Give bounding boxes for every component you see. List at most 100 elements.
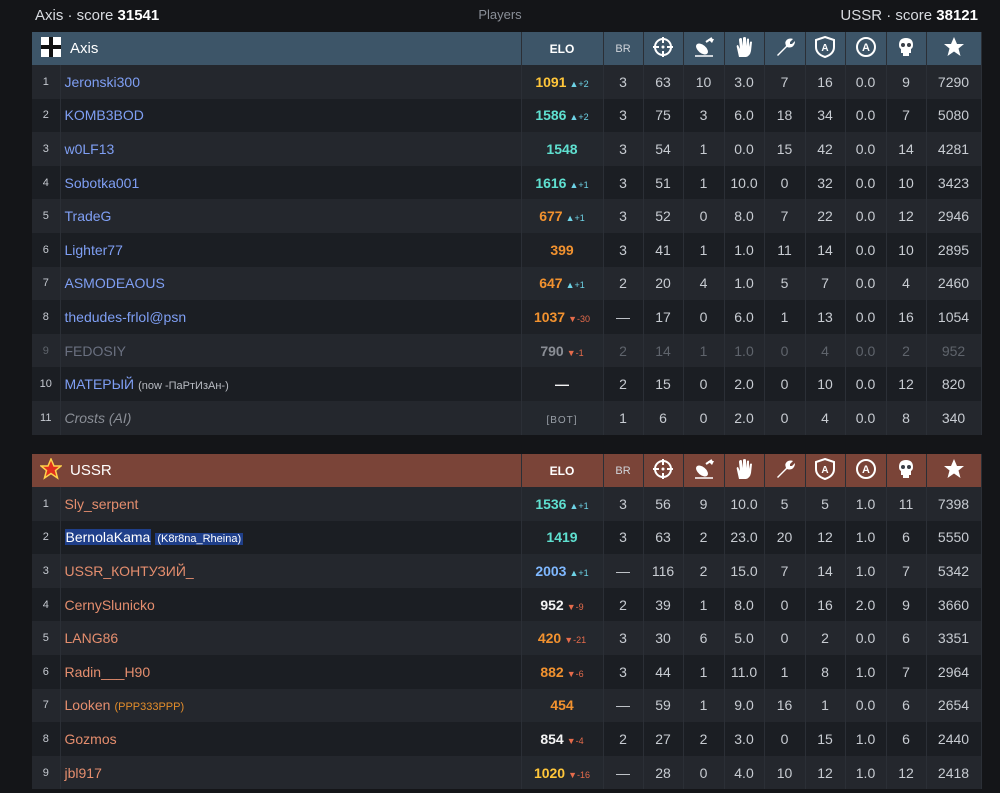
player-row[interactable]: 2 BernolaKama (K8r8na_Rheina) 1419 3 63 2 23.0 2…: [32, 520, 982, 555]
player-name[interactable]: ASMODEAOUS: [65, 275, 165, 291]
wrench-column-header[interactable]: [764, 32, 806, 65]
wrench-column-header[interactable]: [764, 454, 806, 487]
player-name[interactable]: thedudes-frlol@psn: [65, 309, 187, 325]
player-name-cell[interactable]: Jeronski300: [60, 65, 522, 99]
player-name-cell[interactable]: TradeG: [60, 199, 522, 233]
player-name[interactable]: Looken: [65, 697, 111, 713]
player-row[interactable]: 11 Crosts (AI) [BOT] 1 6 0 2.0 0 4 0.0 8 340: [32, 400, 982, 435]
elo-column-header[interactable]: ELO: [521, 454, 604, 487]
player-name-cell[interactable]: FEDOSIY: [60, 333, 522, 368]
deaths-cell: 6: [886, 688, 927, 723]
hand-column-header[interactable]: [724, 454, 765, 487]
player-row[interactable]: 1 Sly_serpent 1536 ▲+1 3 56 9 10.0 5 5 1.0 11 7398: [32, 487, 982, 521]
elo-column-header[interactable]: ELO: [521, 32, 604, 65]
br-column-header[interactable]: BR: [603, 454, 644, 487]
player-name[interactable]: Jeronski300: [65, 74, 141, 90]
player-name[interactable]: Crosts (AI): [65, 410, 132, 426]
player-name-cell[interactable]: thedudes-frlol@psn: [60, 300, 522, 334]
skull-column-header[interactable]: [886, 454, 927, 487]
player-name-cell[interactable]: Sobotka001: [60, 165, 522, 200]
player-name-cell[interactable]: МАТЕРЫЙ (now -ПаРтИзАн-): [60, 367, 522, 401]
elo-cell: 1419: [521, 520, 604, 555]
deaths-cell: 4: [886, 266, 927, 301]
player-row[interactable]: 5 LANG86 420 ▼-21 3 30 6 5.0 0 2 0.0 6 3351: [32, 621, 982, 655]
assists-cell: 8.0: [724, 587, 765, 622]
hand-column-header[interactable]: [724, 32, 765, 65]
player-name[interactable]: USSR_КОНТУЗИЙ_: [65, 563, 194, 579]
player-name-cell[interactable]: CernySlunicko: [60, 587, 522, 622]
player-row[interactable]: 8 thedudes-frlol@psn 1037 ▼-30—17 0 6.0 1 13 0.0…: [32, 300, 982, 334]
player-row[interactable]: 8 Gozmos 854 ▼-4 2 27 2 3.0 0 15 1.0 6 2440: [32, 722, 982, 756]
player-row[interactable]: 2 KOMB3BOD 1586 ▲+2 3 75 3 6.0 18 34 0.0 7 5080: [32, 98, 982, 133]
score-cell: 1054: [926, 300, 982, 334]
player-name[interactable]: Sobotka001: [65, 175, 140, 191]
bomb-column-header[interactable]: [683, 454, 725, 487]
player-row[interactable]: 6 Lighter77 399 3 41 1 1.0 11 14 0.0 10 2895: [32, 232, 982, 267]
player-name-cell[interactable]: Lighter77: [60, 232, 522, 267]
player-row[interactable]: 3 USSR_КОНТУЗИЙ_ 2003 ▲+1—116 2 15.0 7 14 1.0 7 53…: [32, 554, 982, 588]
player-name-cell[interactable]: ASMODEAOUS: [60, 266, 522, 301]
crosshair-column-header[interactable]: [643, 454, 684, 487]
player-row[interactable]: 9 jbl917 1020 ▼-16—28 0 4.0 10 12 1.0 12 2418: [32, 755, 982, 790]
captures-cell: 14: [805, 554, 846, 588]
player-name[interactable]: w0LF13: [65, 141, 115, 157]
player-name[interactable]: KOMB3BOD: [65, 107, 144, 123]
captures-cell: 10: [805, 367, 846, 401]
player-row[interactable]: 5 TradeG 677 ▲+1 3 52 0 8.0 7 22 0.0 12 2946: [32, 199, 982, 233]
player-name[interactable]: BernolaKama: [64, 529, 152, 546]
circle-a-column-header[interactable]: A: [845, 454, 887, 487]
star-column-header[interactable]: [926, 32, 982, 65]
shield-a-icon: A: [814, 457, 836, 483]
bomb-column-header[interactable]: [683, 32, 725, 65]
player-name-cell[interactable]: Sly_serpent: [60, 487, 522, 521]
skull-column-header[interactable]: [886, 32, 927, 65]
player-name[interactable]: Sly_serpent: [65, 496, 139, 512]
player-name-cell[interactable]: w0LF13: [60, 132, 522, 166]
deaths-cell: 6: [886, 722, 927, 756]
player-name[interactable]: jbl917: [65, 765, 102, 781]
kills-ground-cell: 27: [643, 722, 684, 756]
player-row[interactable]: 7 Looken (PPP333PPP) 454—59 1 9.0 16 1 0.0 6 2654: [32, 688, 982, 723]
player-name-cell[interactable]: Looken (PPP333PPP): [60, 688, 522, 723]
player-name-cell[interactable]: jbl917: [60, 755, 522, 790]
crosshair-column-header[interactable]: [643, 32, 684, 65]
br-column-header[interactable]: BR: [603, 32, 644, 65]
player-row[interactable]: 6 Radin___H90 882 ▼-6 3 44 1 11.0 1 8 1.0 7 2964: [32, 654, 982, 689]
player-row[interactable]: 3 w0LF13 1548 3 54 1 0.0 15 42 0.0 14 4281: [32, 132, 982, 166]
player-name-cell[interactable]: USSR_КОНТУЗИЙ_: [60, 554, 522, 588]
player-name-cell[interactable]: LANG86: [60, 621, 522, 655]
player-name[interactable]: CernySlunicko: [65, 597, 155, 613]
player-row[interactable]: 7 ASMODEAOUS 647 ▲+1 2 20 4 1.0 5 7 0.0 4 2460: [32, 266, 982, 301]
shield-a-column-header[interactable]: A: [805, 32, 846, 65]
elo-cell: 420 ▼-21: [521, 621, 604, 655]
elo-delta: ▲+1: [569, 179, 589, 190]
circle-a-column-header[interactable]: A: [845, 32, 887, 65]
player-row[interactable]: 1 Jeronski300 1091 ▲+2 3 63 10 3.0 7 16 0.0 9 7290: [32, 65, 982, 99]
star-column-header[interactable]: [926, 454, 982, 487]
player-name-cell[interactable]: Radin___H90: [60, 654, 522, 689]
player-name-cell[interactable]: Crosts (AI): [60, 400, 522, 435]
player-name[interactable]: Radin___H90: [65, 664, 151, 680]
score-cell: 4281: [926, 132, 982, 166]
captures-cell: 13: [805, 300, 846, 334]
player-name-cell[interactable]: BernolaKama (K8r8na_Rheina): [60, 520, 522, 555]
row-index: 7: [32, 688, 61, 723]
deaths-cell: 12: [886, 199, 927, 233]
elo-delta: ▼-30: [568, 313, 591, 324]
player-name[interactable]: Lighter77: [65, 242, 123, 258]
player-name[interactable]: TradeG: [65, 208, 112, 224]
player-row[interactable]: 4 Sobotka001 1616 ▲+1 3 51 1 10.0 0 32 0.0 10 3423: [32, 165, 982, 200]
player-row[interactable]: 9 FEDOSIY 790 ▼-1 2 14 1 1.0 0 4 0.0 2 952: [32, 333, 982, 368]
player-name-cell[interactable]: Gozmos: [60, 722, 522, 756]
player-row[interactable]: 4 CernySlunicko 952 ▼-9 2 39 1 8.0 0 16 2.0 9 3660: [32, 587, 982, 622]
kills-ground-cell: 15: [643, 367, 684, 401]
kills-ground-cell: 44: [643, 654, 684, 689]
player-name-cell[interactable]: KOMB3BOD: [60, 98, 522, 133]
shield-a-column-header[interactable]: A: [805, 454, 846, 487]
elo-value: 1419: [546, 529, 578, 546]
player-name[interactable]: LANG86: [65, 630, 119, 646]
player-name[interactable]: Gozmos: [65, 731, 117, 747]
player-row[interactable]: 10 МАТЕРЫЙ (now -ПаРтИзАн-) —2 15 0 2.0 0 10 0.0 1…: [32, 367, 982, 401]
player-name[interactable]: FEDOSIY: [65, 343, 126, 359]
player-name[interactable]: МАТЕРЫЙ: [65, 376, 135, 392]
